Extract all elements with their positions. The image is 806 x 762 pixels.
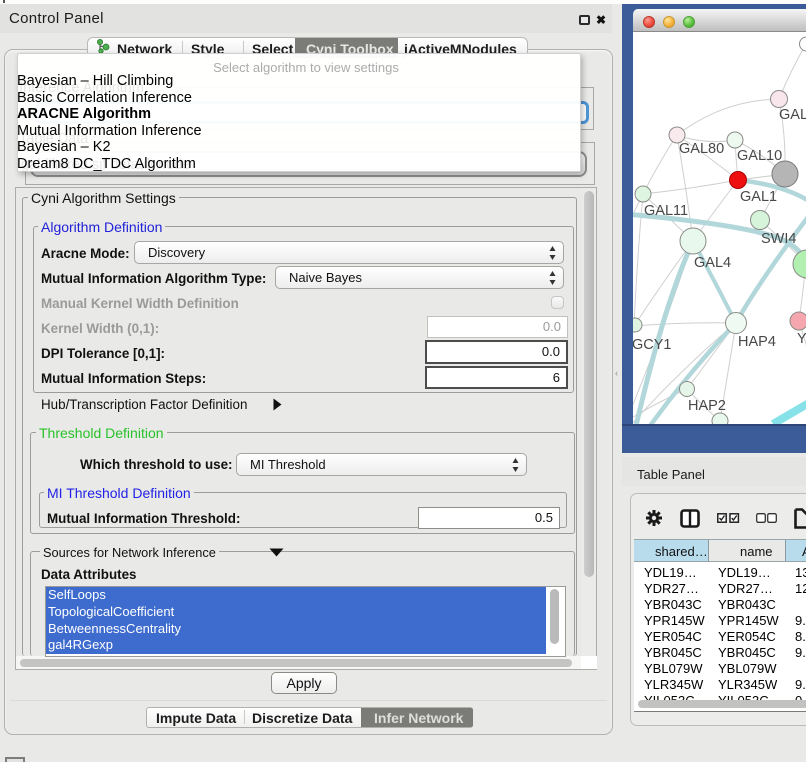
svg-text:HAP2: HAP2 (688, 398, 726, 414)
svg-text:GAL11: GAL11 (644, 203, 688, 219)
svg-text:Y: Y (797, 331, 806, 347)
svg-text:GCY1: GCY1 (633, 337, 672, 353)
svg-text:GAL1: GAL1 (740, 189, 777, 205)
svg-text:HAP4: HAP4 (738, 334, 776, 350)
svg-text:GAL4: GAL4 (694, 255, 731, 271)
svg-text:GAL10: GAL10 (737, 148, 782, 164)
svg-text:GAL80: GAL80 (679, 141, 724, 157)
svg-text:GAL: GAL (779, 107, 806, 123)
svg-text:SWI4: SWI4 (761, 231, 796, 247)
